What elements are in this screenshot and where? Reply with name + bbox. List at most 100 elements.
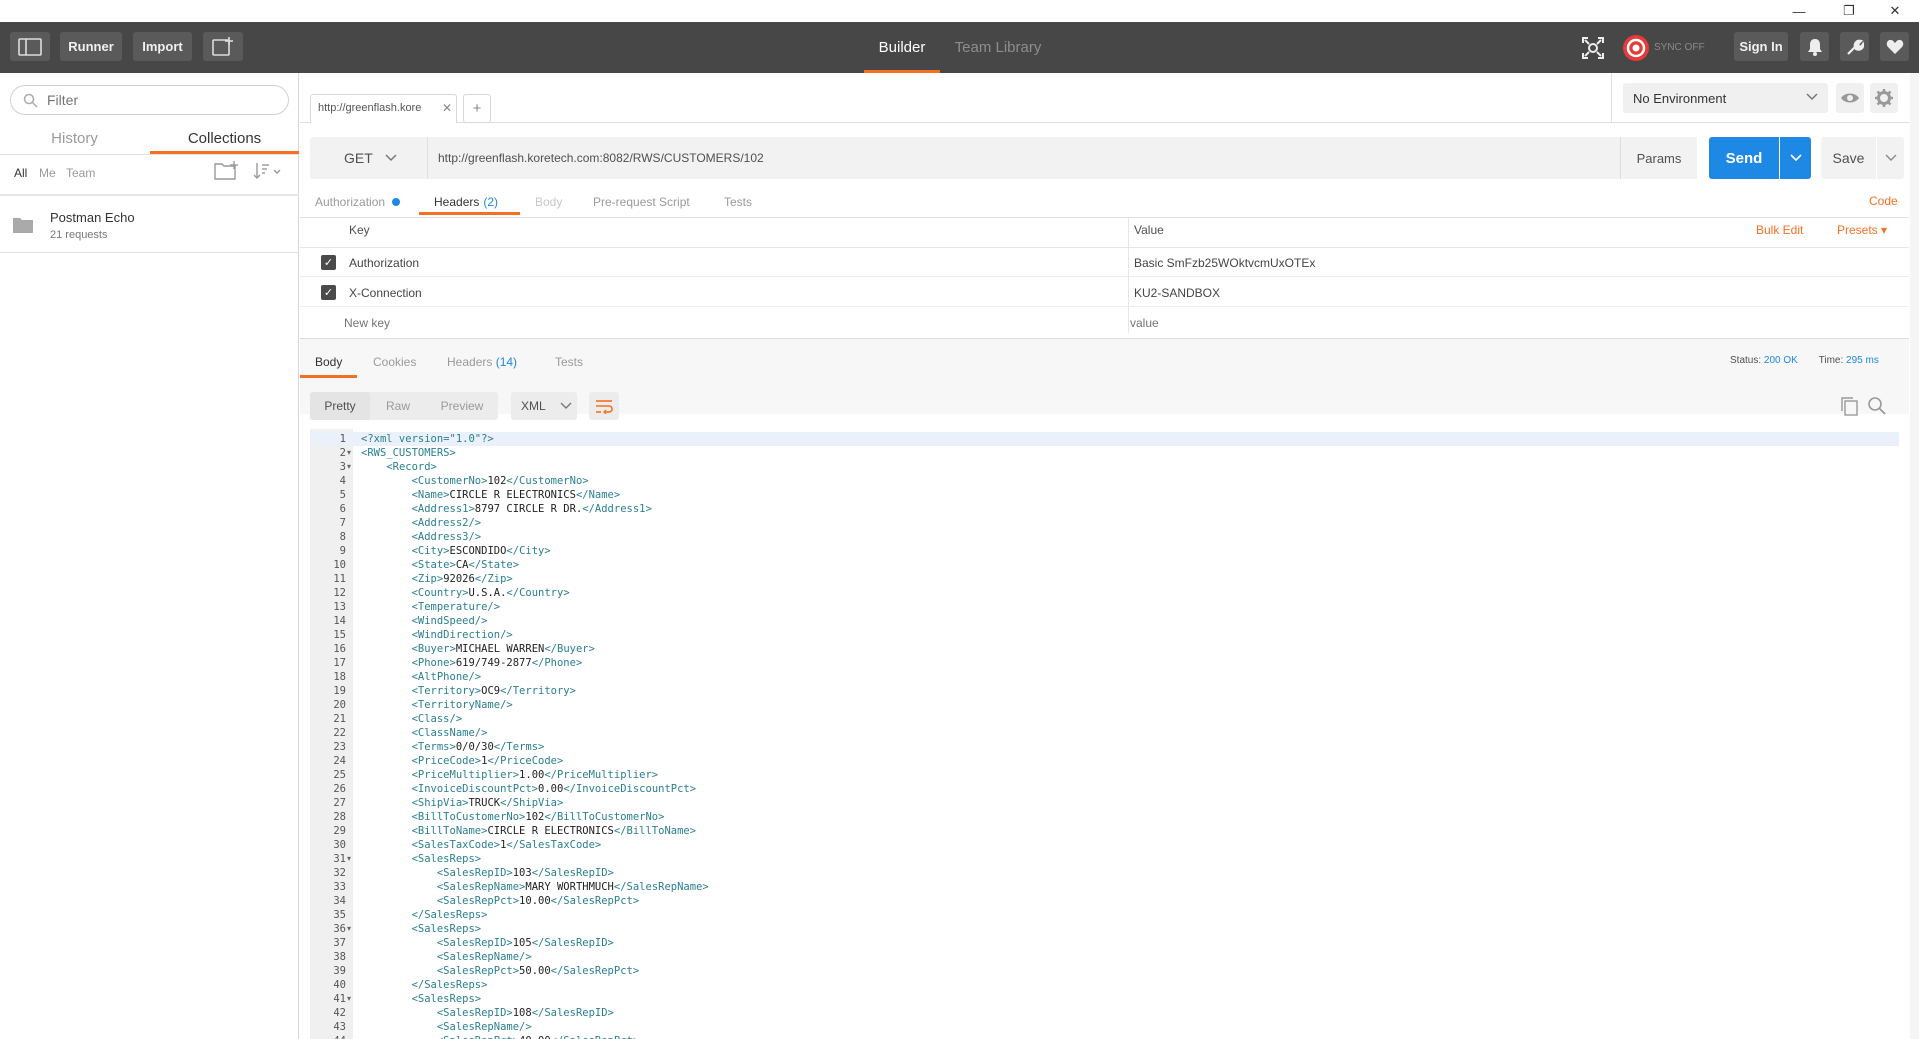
send-options-button[interactable] (1780, 137, 1811, 179)
send-button[interactable]: Send (1709, 137, 1779, 179)
line-number: 39 (333, 965, 346, 977)
line-number: 17 (333, 657, 346, 669)
window-titlebar: — ❐ ✕ (0, 0, 1919, 22)
filter-me[interactable]: Me (39, 166, 56, 180)
new-key-input[interactable] (344, 313, 1104, 333)
search-response-button[interactable] (1867, 396, 1887, 416)
new-window-icon (212, 36, 233, 56)
tab-tests[interactable]: Tests (724, 191, 752, 213)
collection-item[interactable]: Postman Echo 21 requests (0, 196, 299, 253)
line-number: 30 (333, 839, 346, 851)
settings-button[interactable] (1840, 32, 1869, 61)
interceptor-button[interactable] (1580, 35, 1606, 61)
response-tab-body[interactable]: Body (315, 355, 342, 369)
filter-input[interactable] (47, 91, 277, 109)
raw-button[interactable]: Raw (370, 392, 426, 420)
response-tab-headers[interactable]: Headers (14) (447, 355, 517, 369)
sync-off-icon (1623, 35, 1649, 61)
runner-button[interactable]: Runner (60, 32, 122, 61)
copy-button[interactable] (1840, 396, 1860, 416)
new-tab-button[interactable]: + (463, 94, 491, 123)
new-window-button[interactable] (203, 32, 243, 61)
header-value[interactable]: Basic SmFzb25WOktvcmUxOTEx (1134, 256, 1315, 270)
import-button[interactable]: Import (133, 32, 192, 61)
sync-status-label: SYNC OFF (1654, 42, 1705, 53)
fold-arrow-icon[interactable]: ▾ (347, 854, 351, 863)
notifications-button[interactable] (1800, 32, 1829, 61)
body-tab-indicator (300, 375, 357, 378)
format-select[interactable]: XML (511, 392, 577, 420)
close-icon: ✕ (1889, 3, 1901, 18)
code-line: <Address1>8797 CIRCLE R DR.</Address1> (411, 503, 652, 515)
line-number: 34 (333, 895, 346, 907)
tab-pre-request-script[interactable]: Pre-request Script (593, 191, 690, 213)
response-tab-tests[interactable]: Tests (555, 355, 583, 369)
environment-select[interactable]: No Environment (1623, 83, 1828, 113)
save-options-button[interactable] (1877, 137, 1904, 179)
code-line: <SalesTaxCode>1</SalesTaxCode> (411, 839, 602, 851)
request-tab[interactable]: http://greenflash.kore ✕ (310, 94, 457, 123)
bulk-edit-link[interactable]: Bulk Edit (1756, 223, 1803, 237)
status-value: 200 OK (1763, 355, 1798, 366)
code-line: <PriceMultiplier>1.00</PriceMultiplier> (411, 769, 659, 781)
authorization-label: Authorization (315, 195, 386, 209)
minimize-button[interactable]: — (1779, 0, 1819, 22)
line-number: 32 (333, 867, 346, 879)
chevron-down-icon (560, 402, 572, 409)
tab-headers[interactable]: Headers (2) (434, 191, 498, 213)
code-line: <SalesRepID>103</SalesRepID> (436, 867, 614, 879)
close-button[interactable]: ✕ (1875, 0, 1915, 22)
code-line: <WindSpeed/> (411, 615, 488, 627)
sort-button[interactable] (252, 161, 282, 183)
header-value[interactable]: KU2-SANDBOX (1134, 286, 1220, 300)
manage-environments-button[interactable] (1870, 83, 1898, 113)
fold-arrow-icon[interactable]: ▾ (347, 924, 351, 933)
sync-status-button[interactable] (1622, 34, 1650, 62)
filter-team[interactable]: Team (66, 166, 95, 180)
code-line: <City>ESCONDIDO</City> (411, 545, 551, 557)
pretty-button[interactable]: Pretty (310, 392, 370, 420)
fold-arrow-icon[interactable]: ▾ (347, 994, 351, 1003)
preview-button[interactable]: Preview (426, 392, 498, 420)
filter-all[interactable]: All (14, 166, 27, 180)
params-button[interactable]: Params (1620, 137, 1697, 179)
line-number: 28 (333, 811, 346, 823)
time-value: 295 ms (1846, 355, 1879, 366)
response-tab-cookies[interactable]: Cookies (373, 355, 416, 369)
filter-input-wrapper[interactable] (10, 85, 289, 115)
url-input[interactable] (427, 137, 1615, 179)
save-button[interactable]: Save (1821, 137, 1876, 179)
response-body-editor[interactable]: 1 2 ▾ 3 ▾ 4 5 6 7 8 9 10 11 12 13 14 15 16 17 18 19 20 21 22 23 2… (310, 429, 1899, 1039)
fold-arrow-icon[interactable]: ▾ (347, 462, 351, 471)
tab-team-library[interactable]: Team Library (948, 22, 1048, 73)
header-key[interactable]: Authorization (349, 256, 419, 270)
sign-in-button[interactable]: Sign In (1734, 32, 1788, 61)
main-panel: http://greenflash.kore ✕ + No Environmen… (300, 73, 1919, 1039)
tab-body[interactable]: Body (535, 191, 562, 213)
new-collection-button[interactable] (214, 161, 240, 183)
restore-button[interactable]: ❐ (1829, 0, 1869, 22)
support-button[interactable] (1880, 32, 1909, 61)
wrap-lines-button[interactable] (589, 392, 619, 420)
wrap-icon (596, 400, 613, 414)
environment-quick-look-button[interactable] (1836, 83, 1864, 113)
scrollbar-track[interactable] (1910, 73, 1919, 1039)
code-line: <Temperature/> (411, 601, 501, 613)
method-select[interactable]: GET (310, 137, 427, 179)
close-tab-icon[interactable]: ✕ (442, 101, 452, 115)
line-number: 44 (310, 1034, 346, 1039)
code-link[interactable]: Code (1869, 194, 1898, 208)
header-enabled-checkbox[interactable]: ✓ (321, 285, 336, 300)
new-value-input[interactable] (1130, 313, 1830, 333)
presets-dropdown[interactable]: Presets ▾ (1837, 223, 1887, 237)
fold-arrow-icon[interactable]: ▾ (347, 448, 351, 457)
tab-history[interactable]: History (0, 122, 149, 154)
chevron-down-icon (1806, 93, 1818, 101)
tab-collections[interactable]: Collections (150, 122, 299, 154)
tab-builder[interactable]: Builder (864, 22, 940, 73)
header-enabled-checkbox[interactable]: ✓ (321, 255, 336, 270)
line-number: 6 (339, 503, 346, 515)
header-key[interactable]: X-Connection (349, 286, 422, 300)
tab-authorization[interactable]: Authorization (315, 191, 401, 213)
toggle-sidebar-button[interactable] (10, 32, 50, 61)
